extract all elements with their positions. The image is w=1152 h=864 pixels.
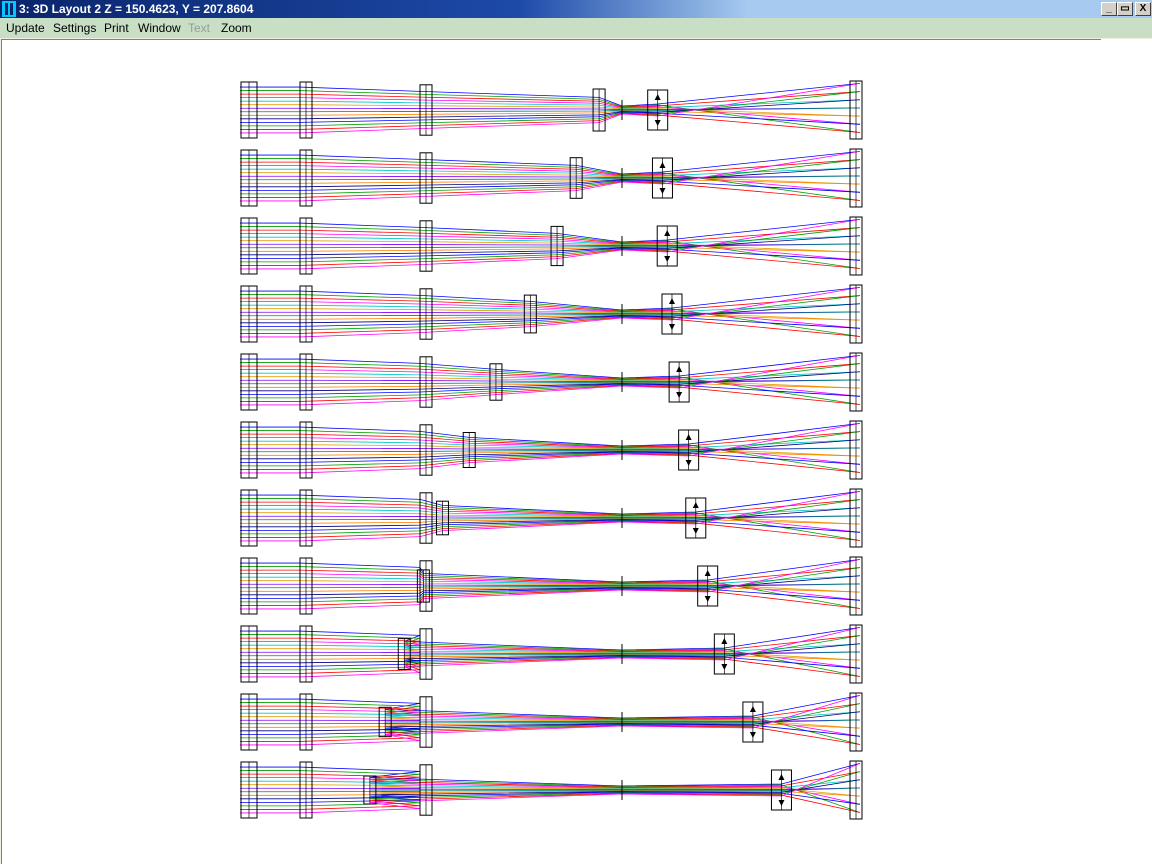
minimize-button[interactable]: _ <box>1101 2 1117 16</box>
menu-update[interactable]: Update <box>6 18 45 38</box>
menu-window[interactable]: Window <box>138 18 181 38</box>
menu-bar: Update Settings Print Window Text Zoom <box>0 18 1152 38</box>
zoom-arrow-down <box>692 528 699 534</box>
ray-path <box>240 104 861 117</box>
zoom-arrow-up <box>685 434 692 440</box>
zoom-arrow-up <box>749 706 756 712</box>
menu-settings[interactable]: Settings <box>53 18 96 38</box>
ray-path <box>240 452 861 473</box>
zoom-arrow-down <box>704 596 711 602</box>
ray-path <box>240 172 861 185</box>
zoom-arrow-down <box>668 324 675 330</box>
restore-button[interactable]: ▭ <box>1117 2 1133 16</box>
zoom-arrow-up <box>664 230 671 236</box>
zoom-arrow-down <box>676 392 683 398</box>
zoom-arrow-up <box>654 94 661 100</box>
menu-print[interactable]: Print <box>104 18 129 38</box>
zoom-arrow-up <box>778 774 785 780</box>
zoom-arrow-up <box>721 638 728 644</box>
zoom-arrow-down <box>685 460 692 466</box>
zoom-arrow-down <box>749 732 756 738</box>
zoom-arrow-up <box>668 298 675 304</box>
ray-path <box>240 520 861 541</box>
zoom-arrow-down <box>659 188 666 194</box>
zoom-arrow-down <box>654 120 661 126</box>
zoom-arrow-up <box>704 570 711 576</box>
zoom-arrow-up <box>676 366 683 372</box>
zoom-arrow-up <box>659 162 666 168</box>
title-bar[interactable]: 3: 3D Layout 2 Z = 150.4623, Y = 207.860… <box>0 0 1152 18</box>
ray-path <box>240 656 861 677</box>
close-button[interactable]: X <box>1135 2 1151 16</box>
layout-canvas[interactable] <box>1 39 1102 864</box>
menu-zoom[interactable]: Zoom <box>221 18 252 38</box>
right-strip <box>1101 39 1152 864</box>
ray-path <box>240 240 861 253</box>
ray-path <box>240 588 861 609</box>
ray-path <box>240 316 861 337</box>
zoom-arrow-down <box>778 800 785 806</box>
zemax-app-icon <box>2 1 16 17</box>
zoom-arrow-down <box>664 256 671 262</box>
window-title: 3: 3D Layout 2 Z = 150.4623, Y = 207.860… <box>19 2 254 16</box>
zoom-arrow-down <box>721 664 728 670</box>
zoom-arrow-up <box>692 502 699 508</box>
ray-path <box>240 99 861 109</box>
menu-text: Text <box>188 21 211 35</box>
lens-layout-plot <box>240 80 863 820</box>
